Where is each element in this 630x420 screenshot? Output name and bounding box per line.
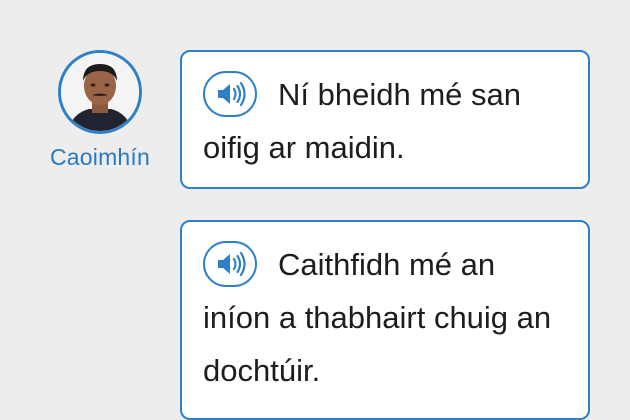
speaker-volume-icon bbox=[203, 241, 257, 287]
speaker-volume-icon bbox=[203, 71, 257, 117]
message-bubble: Ní bheidh mé san oifig ar maidin. bbox=[180, 50, 590, 189]
avatar-portrait bbox=[61, 53, 139, 131]
play-audio-button[interactable] bbox=[203, 241, 257, 287]
avatar bbox=[58, 50, 142, 134]
message-bubble: Caithfidh mé an iníon a thabhairt chuig … bbox=[180, 220, 590, 420]
speaker-block: Caoimhín bbox=[40, 50, 160, 171]
play-audio-button[interactable] bbox=[203, 71, 257, 117]
speaker-name: Caoimhín bbox=[49, 144, 151, 170]
